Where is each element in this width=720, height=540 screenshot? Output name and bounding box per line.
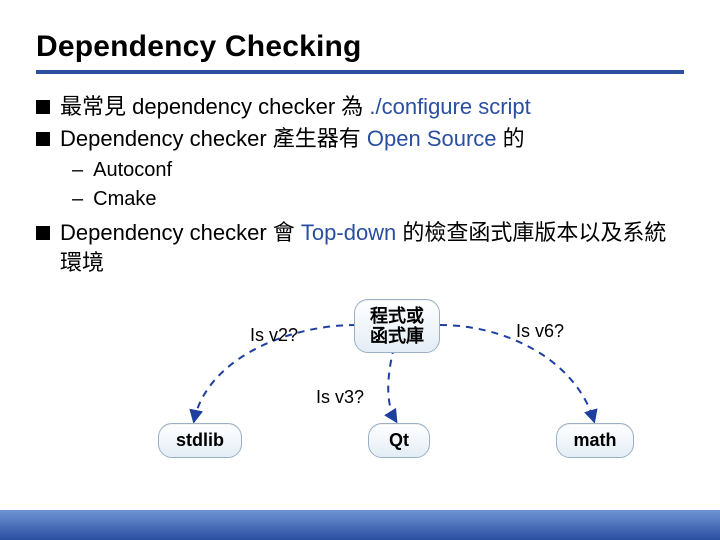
bullet-1-pre: 最常見 dependency checker 為	[60, 94, 369, 119]
subbullet-1-text: Autoconf	[93, 157, 172, 185]
bullet-2-pre: Dependency checker 產生器有	[60, 126, 367, 151]
diagram: 程式或 函式庫 stdlib Qt math Is v2? Is v3? Is …	[36, 285, 684, 505]
bullet-2-post: 的	[497, 126, 525, 151]
node-math: math	[556, 423, 634, 458]
label-is-v6: Is v6?	[516, 321, 564, 342]
bullet-1: 最常見 dependency checker 為 ./configure scr…	[36, 92, 684, 122]
slide: Dependency Checking 最常見 dependency check…	[0, 0, 720, 540]
bullet-square-icon	[36, 100, 50, 114]
bullet-3-pre: Dependency checker 會	[60, 220, 301, 245]
bullet-square-icon	[36, 132, 50, 146]
footer-bar	[0, 510, 720, 540]
label-is-v3: Is v3?	[316, 387, 364, 408]
bullet-3: Dependency checker 會 Top-down 的檢查函式庫版本以及…	[36, 218, 684, 279]
bullet-2-text: Dependency checker 產生器有 Open Source 的	[60, 124, 525, 154]
dash-icon: –	[72, 186, 83, 214]
label-is-v2: Is v2?	[250, 325, 298, 346]
arrow-to-qt	[388, 347, 396, 421]
bullet-list: 最常見 dependency checker 為 ./configure scr…	[36, 92, 684, 279]
bullet-1-emph: ./configure script	[369, 94, 530, 119]
node-qt: Qt	[368, 423, 430, 458]
bullet-1-text: 最常見 dependency checker 為 ./configure scr…	[60, 92, 531, 122]
subbullet-1: –Autoconf	[72, 157, 684, 185]
bullet-3-text: Dependency checker 會 Top-down 的檢查函式庫版本以及…	[60, 218, 684, 279]
bullet-3-emph: Top-down	[301, 220, 396, 245]
subbullet-2: –Cmake	[72, 186, 684, 214]
node-root: 程式或 函式庫	[354, 299, 440, 353]
slide-title: Dependency Checking	[36, 30, 684, 64]
title-rule	[36, 70, 684, 74]
bullet-2: Dependency checker 產生器有 Open Source 的	[36, 124, 684, 154]
subbullet-2-text: Cmake	[93, 186, 156, 214]
bullet-square-icon	[36, 226, 50, 240]
bullet-2-emph: Open Source	[367, 126, 497, 151]
dash-icon: –	[72, 157, 83, 185]
node-stdlib: stdlib	[158, 423, 242, 458]
